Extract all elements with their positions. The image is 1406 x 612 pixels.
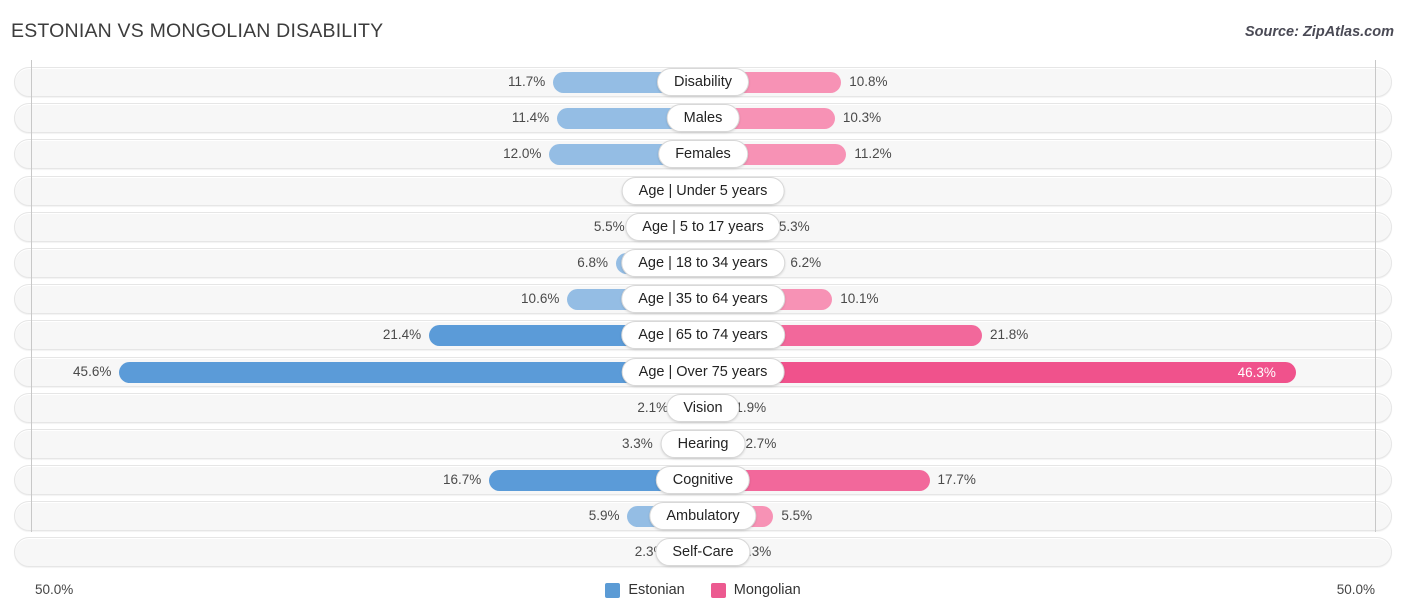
category-label: Females [658,140,748,169]
category-label: Hearing [660,429,746,458]
value-label-estonian: 11.7% [507,74,546,89]
value-label-mongolian: 5.5% [781,508,813,524]
axis-line-left [31,60,32,532]
legend-label: Estonian [628,582,685,598]
bar-row: 11.4% 10.3% Males [0,100,1406,136]
legend-item-estonian[interactable]: Estonian [605,582,685,598]
bar-rows: 11.7% 10.8% Disability 11.4% 10.3% Males 12.0%… [0,64,1406,571]
value-label-estonian: 5.9% [588,508,620,524]
bar-row: 45.6% 46.3% Age | Over 75 years [0,354,1406,390]
bar-row: 2.3% 2.3% Self-Care [0,534,1406,570]
chart-legend: Estonian Mongolian [0,582,1406,598]
bar-row: 5.9% 5.5% Ambulatory [0,498,1406,534]
bar-row: 5.5% 5.3% Age | 5 to 17 years [0,209,1406,245]
category-label: Age | 35 to 64 years [621,285,785,314]
bar-row: 12.0% 11.2% Females [0,136,1406,172]
value-label-estonian: 2.1% [637,399,669,415]
category-label: Age | 5 to 17 years [625,212,781,241]
value-label-mongolian: 11.2% [854,146,892,162]
bar-row: 11.7% 10.8% Disability [0,64,1406,100]
chart-page: ESTONIAN VS MONGOLIAN DISABILITY Source:… [0,0,1406,612]
category-label: Vision [666,393,740,422]
category-label: Ambulatory [649,502,757,531]
value-label-mongolian: 5.3% [778,218,810,234]
bar-estonian [119,361,703,383]
value-label-estonian: 12.0% [503,146,542,162]
value-label-estonian: 10.6% [521,291,560,307]
value-label-mongolian: 6.2% [790,254,822,270]
chart-plot-area: 11.7% 10.8% Disability 11.4% 10.3% Males 12.0%… [0,60,1406,572]
bar-row: 6.8% 6.2% Age | 18 to 34 years [0,245,1406,281]
legend-swatch-icon [605,582,621,598]
category-label: Cognitive [655,466,751,495]
category-label: Self-Care [655,538,751,567]
value-label-mongolian: 17.7% [937,472,976,488]
value-label-mongolian: 10.8% [849,74,888,89]
value-label-mongolian: 10.3% [842,110,882,126]
page-title: ESTONIAN VS MONGOLIAN DISABILITY [11,20,384,42]
bar-mongolian [703,361,1296,383]
value-label-mongolian: 10.1% [840,291,879,307]
value-label-mongolian: 46.3% [1237,364,1276,380]
bar-row: 3.3% 2.7% Hearing [0,426,1406,462]
source-attribution: Source: ZipAtlas.com [1244,24,1394,40]
category-label: Disability [656,68,750,96]
category-label: Age | Under 5 years [621,176,785,205]
category-label: Males [666,104,740,133]
chart-footer: 50.0% 50.0% Estonian Mongolian [0,572,1406,612]
value-label-mongolian: 2.7% [745,435,777,451]
legend-label: Mongolian [733,582,801,598]
chart-header: ESTONIAN VS MONGOLIAN DISABILITY Source:… [0,0,1406,58]
value-label-estonian: 16.7% [442,472,482,488]
value-label-estonian: 45.6% [73,363,112,379]
legend-item-mongolian[interactable]: Mongolian [710,582,801,598]
category-label: Age | 18 to 34 years [621,248,785,277]
value-label-mongolian: 1.9% [735,399,767,415]
value-label-estonian: 11.4% [511,110,550,126]
value-label-estonian: 5.5% [593,218,625,234]
value-label-estonian: 21.4% [382,327,422,343]
bar-row: 16.7% 17.7% Cognitive [0,462,1406,498]
axis-line-right [1375,60,1376,532]
legend-swatch-icon [710,582,726,598]
bar-row: 1.5%1.1%Age | Under 5 years [0,173,1406,209]
value-label-estonian: 3.3% [621,435,653,451]
bar-row: 2.1% 1.9% Vision [0,390,1406,426]
value-label-estonian: 6.8% [577,254,608,270]
bar-row: 10.6% 10.1% Age | 35 to 64 years [0,281,1406,317]
category-label: Age | Over 75 years [621,357,785,386]
bar-row: 21.4% 21.8% Age | 65 to 74 years [0,317,1406,353]
category-label: Age | 65 to 74 years [621,321,785,350]
value-label-mongolian: 21.8% [990,327,1029,343]
